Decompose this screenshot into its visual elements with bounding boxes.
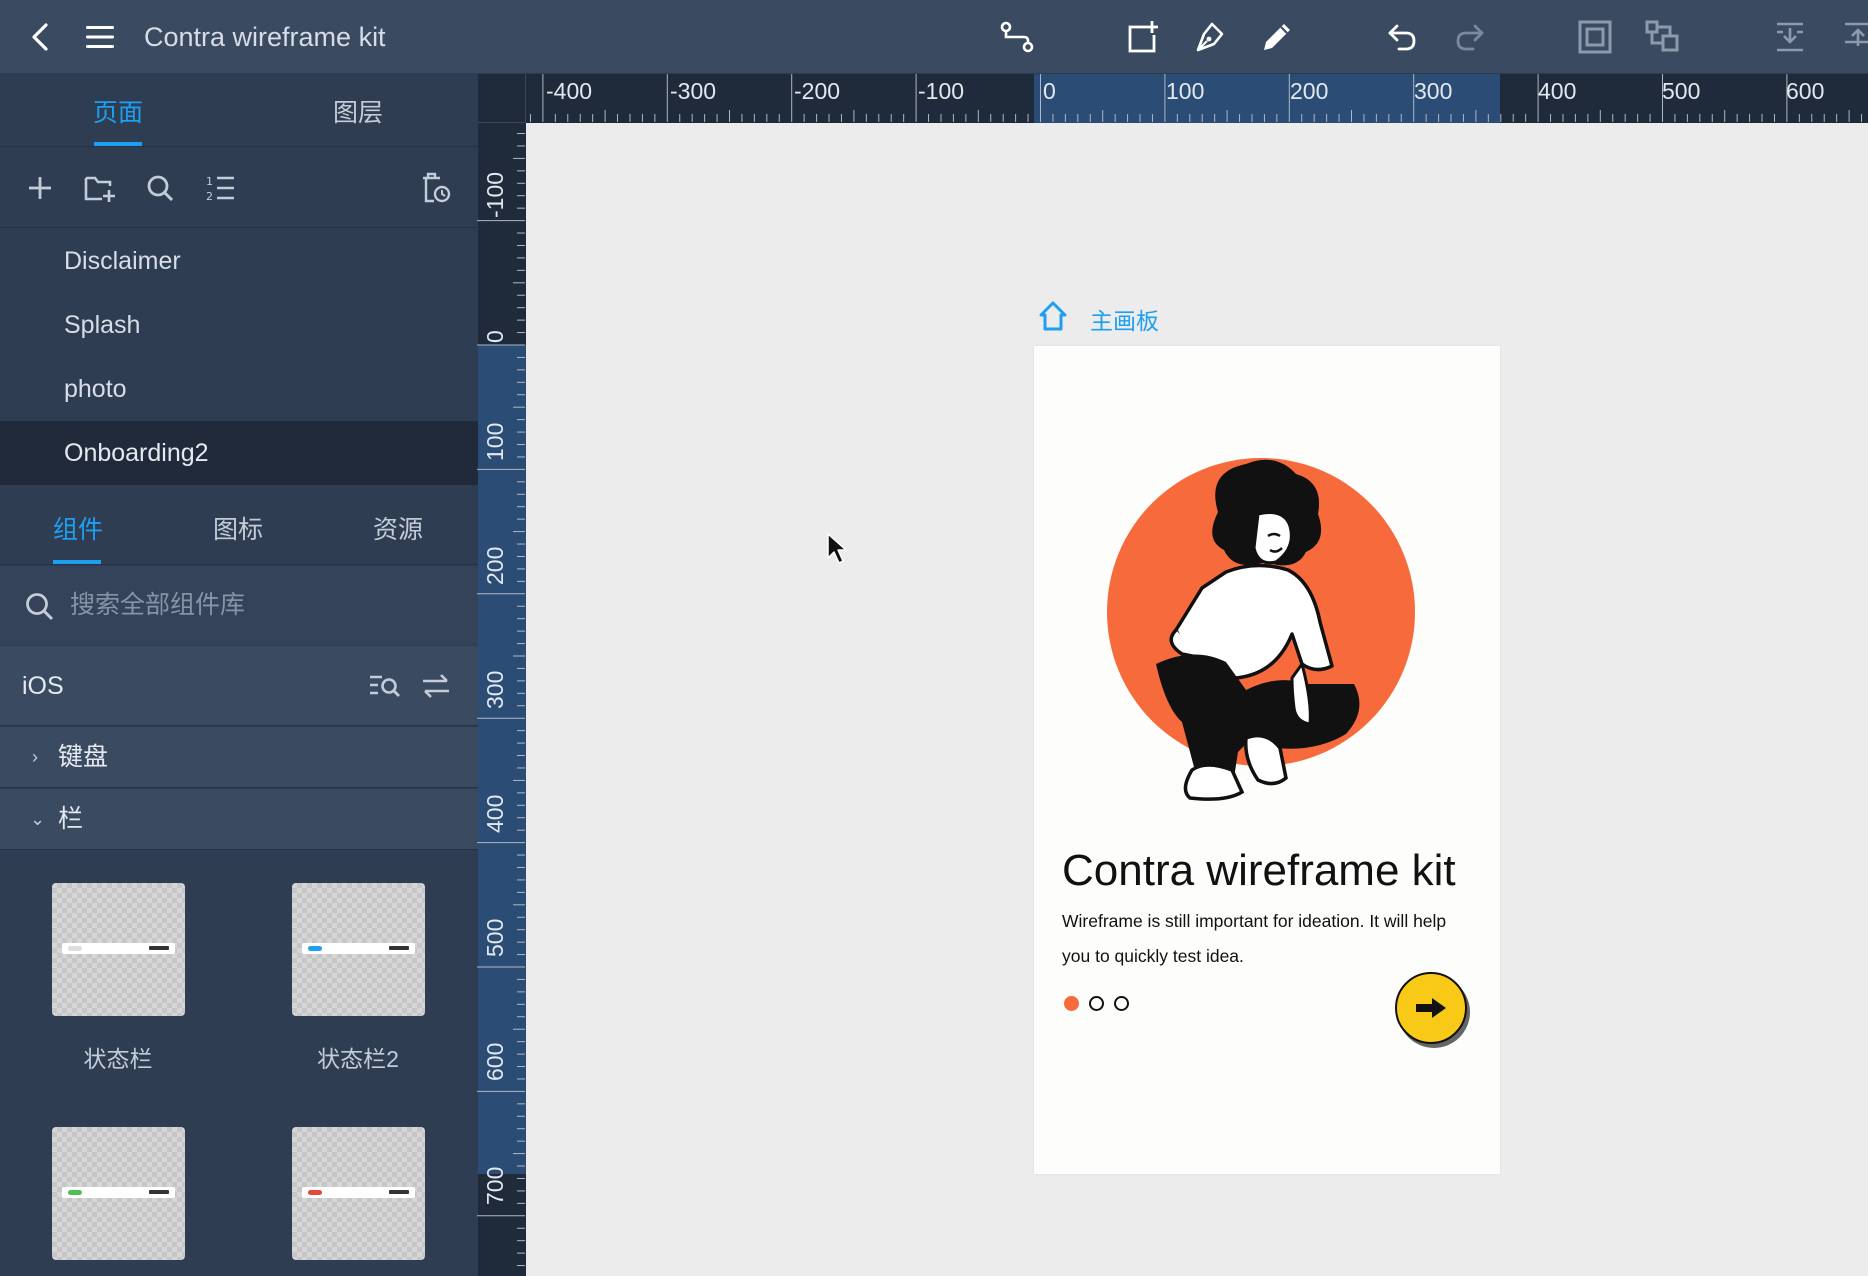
library-selector[interactable]: iOS (0, 646, 478, 726)
component-search (0, 566, 478, 645)
tab-components[interactable]: 组件 (28, 490, 128, 565)
home-icon[interactable] (1038, 300, 1068, 332)
arrow-right-icon (1416, 998, 1446, 1018)
ruler-label: 300 (1414, 78, 1453, 104)
component-thumb-status-bar-2[interactable] (292, 883, 425, 1016)
align-top-icon[interactable] (1836, 0, 1868, 74)
artboard-onboarding[interactable]: Contra wireframe kit Wireframe is still … (1034, 346, 1500, 1174)
ruler-label: 300 (482, 670, 508, 709)
page-item[interactable]: Disclaimer (0, 229, 478, 293)
ruler-corner (478, 74, 526, 123)
pager-dot[interactable] (1089, 996, 1104, 1011)
page-item[interactable]: photo (0, 357, 478, 421)
ruler-label: 400 (1538, 78, 1577, 104)
pager-dot[interactable] (1114, 996, 1129, 1011)
redo-icon[interactable] (1448, 0, 1492, 74)
ruler-label: -100 (918, 78, 965, 104)
pager-dot-active[interactable] (1064, 996, 1079, 1011)
ruler-label: 0 (482, 330, 508, 343)
ruler-label: 100 (482, 422, 508, 461)
chevron-right-icon: › (32, 747, 38, 767)
tab-active-indicator (53, 560, 101, 564)
artboard-description: Wireframe is still important for ideatio… (1062, 911, 1447, 966)
page-item[interactable]: Splash (0, 293, 478, 357)
mouse-cursor-icon (827, 533, 847, 564)
ruler-label: 0 (1043, 78, 1056, 104)
ruler-label: 200 (1290, 78, 1329, 104)
library-tabs: 组件 图标 资源 (0, 490, 478, 565)
category-keyboard[interactable]: › 键盘 (0, 727, 478, 788)
ruler-label: 600 (482, 1042, 508, 1081)
component-thumb-status-bar-green[interactable] (52, 1127, 185, 1260)
align-bottom-icon[interactable] (1768, 0, 1812, 74)
component-label: 状态栏 (83, 1046, 153, 1072)
ungroup-icon[interactable] (1641, 0, 1685, 74)
page-item-active[interactable]: Onboarding2 (0, 421, 478, 485)
svg-text:2: 2 (206, 190, 213, 203)
recycle-bin-icon[interactable] (416, 148, 456, 228)
search-icon (26, 592, 54, 620)
ruler-label: 100 (1166, 78, 1205, 104)
ruler-label: 500 (1662, 78, 1701, 104)
search-icon[interactable] (140, 148, 180, 228)
add-frame-icon[interactable] (1120, 0, 1164, 74)
ruler-label: -100 (482, 171, 508, 218)
person-illustration (1107, 458, 1415, 801)
category-bars[interactable]: ⌄ 栏 (0, 789, 478, 850)
library-name: iOS (22, 672, 64, 700)
pager-dots (1064, 996, 1129, 1011)
component-thumb-status-bar-red[interactable] (292, 1127, 425, 1260)
app-title: Contra wireframe kit (144, 22, 386, 52)
pen-icon[interactable] (1187, 0, 1231, 74)
page-list: Disclaimer Splash photo Onboarding2 (0, 229, 478, 485)
ruler-label: 200 (482, 546, 508, 585)
filter-search-icon[interactable] (364, 646, 404, 726)
switch-icon[interactable] (416, 646, 456, 726)
numbered-list-icon[interactable]: 12 (200, 148, 240, 228)
status-pill (68, 946, 82, 951)
search-input[interactable] (70, 591, 450, 620)
component-label: 状态栏2 (317, 1046, 399, 1072)
tab-resources[interactable]: 资源 (348, 490, 448, 565)
pencil-icon[interactable] (1255, 0, 1299, 74)
ruler-label: 600 (1786, 78, 1825, 104)
pages-toolbar: 12 (0, 148, 478, 228)
tab-active-indicator (94, 142, 142, 146)
connector-icon[interactable] (995, 0, 1039, 74)
next-button[interactable] (1395, 972, 1467, 1044)
category-label: 键盘 (58, 743, 109, 771)
component-thumb-status-bar[interactable] (52, 883, 185, 1016)
ruler-label: -400 (546, 78, 593, 104)
back-icon[interactable] (20, 0, 60, 74)
ruler-label: -300 (670, 78, 717, 104)
panel-tabs: 页面 图层 (0, 74, 478, 147)
ruler-label: 400 (482, 794, 508, 833)
ruler-label: 700 (482, 1166, 508, 1205)
status-pill (68, 1190, 82, 1195)
undo-icon[interactable] (1380, 0, 1424, 74)
category-label: 栏 (58, 805, 84, 833)
artboard-title: Contra wireframe kit (1062, 846, 1456, 895)
add-page-icon[interactable] (20, 148, 60, 228)
add-folder-icon[interactable] (80, 148, 120, 228)
artboard-name[interactable]: 主画板 (1090, 302, 1159, 336)
top-toolbar: Contra wireframe kit (0, 0, 1868, 74)
tab-icons[interactable]: 图标 (188, 490, 288, 565)
left-panel: 页面 图层 12 Disclaimer Splash photo Onboard… (0, 74, 478, 1276)
chevron-down-icon: ⌄ (30, 809, 46, 829)
tab-pages[interactable]: 页面 (68, 74, 168, 147)
status-pill (308, 1190, 322, 1195)
ruler-label: -200 (794, 78, 841, 104)
ruler-label: 500 (482, 918, 508, 957)
svg-text:1: 1 (206, 175, 213, 188)
group-frame-icon[interactable] (1573, 0, 1617, 74)
tab-layers[interactable]: 图层 (308, 74, 408, 147)
status-pill (308, 946, 322, 951)
menu-icon[interactable] (80, 0, 120, 74)
